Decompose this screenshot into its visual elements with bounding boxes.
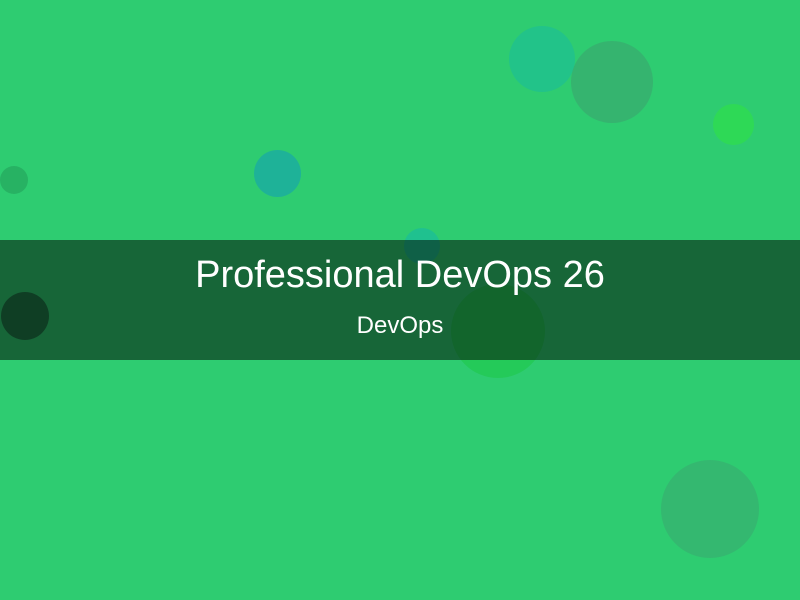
- decorative-circle: [571, 41, 653, 123]
- decorative-circle: [713, 104, 754, 145]
- slide-title: Professional DevOps 26: [195, 254, 605, 296]
- decorative-circle: [509, 26, 575, 92]
- slide-subtitle: DevOps: [356, 312, 444, 339]
- slide-background: { "slide": { "title": "Professional DevO…: [0, 0, 800, 600]
- decorative-circle: [0, 166, 28, 194]
- decorative-circle: [254, 150, 301, 197]
- decorative-circle: [661, 460, 759, 558]
